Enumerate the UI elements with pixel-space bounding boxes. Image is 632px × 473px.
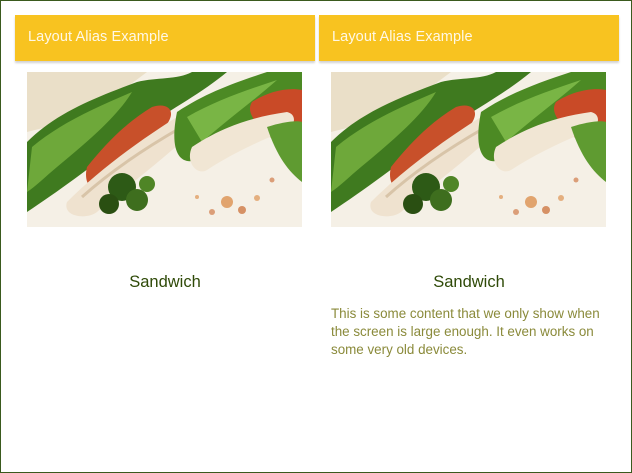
toolbar-title: Layout Alias Example [332,29,473,45]
app-toolbar: Layout Alias Example [319,15,619,61]
left-screen: Layout Alias Example Sandwich [15,15,315,455]
comparison-canvas: Layout Alias Example Sandwich Layout Ali… [0,0,632,473]
product-name: Sandwich [433,273,505,291]
sandwich-photo [27,72,302,227]
product-description: This is some content that we only show w… [331,306,600,357]
right-screen: Layout Alias Example Sandwich This is so… [319,15,619,455]
toolbar-title: Layout Alias Example [28,29,169,45]
sandwich-photo [331,72,606,227]
app-toolbar: Layout Alias Example [15,15,315,61]
product-name: Sandwich [129,273,201,291]
